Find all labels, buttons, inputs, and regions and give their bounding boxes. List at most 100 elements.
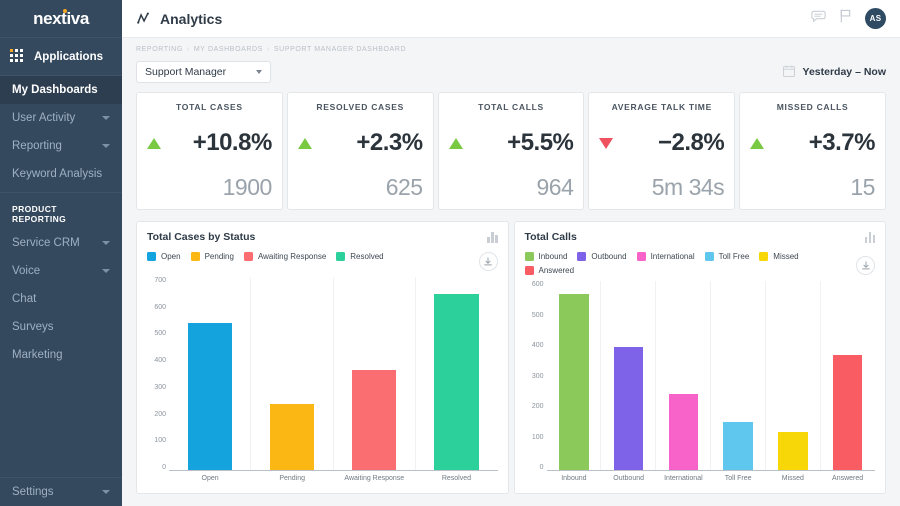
sidebar-item-user-activity[interactable]: User Activity: [0, 104, 122, 132]
download-button[interactable]: [479, 252, 498, 271]
y-tick-label: 0: [525, 464, 544, 471]
controls-bar: Support Manager Yesterday – Now: [122, 57, 900, 92]
kpi-value: 964: [449, 174, 574, 201]
panel-header: Total Cases by Status: [147, 231, 498, 243]
legend-item[interactable]: Toll Free: [705, 252, 750, 261]
sidebar-item-marketing[interactable]: Marketing: [0, 341, 122, 369]
kpi-title: TOTAL CASES: [147, 102, 272, 112]
bar[interactable]: [270, 404, 314, 470]
comment-icon[interactable]: [811, 10, 826, 28]
applications-button[interactable]: Applications: [0, 38, 122, 76]
legend-item[interactable]: Outbound: [577, 252, 626, 261]
legend-item[interactable]: Answered: [525, 266, 575, 275]
bar[interactable]: [614, 347, 644, 470]
legend-item[interactable]: Awaiting Response: [244, 252, 326, 261]
chart-panels: Total Cases by Status Open Pending Awaitin…: [122, 210, 900, 506]
x-axis: InboundOutboundInternationalToll FreeMis…: [547, 471, 876, 487]
kpi-row: TOTAL CASES +10.8% 1900 RESOLVED CASES +…: [122, 92, 900, 210]
bar[interactable]: [833, 355, 863, 470]
legend-item[interactable]: Resolved: [336, 252, 383, 261]
kpi-card-missed-calls[interactable]: MISSED CALLS +3.7% 15: [739, 92, 886, 210]
kpi-delta-row: +10.8%: [147, 112, 272, 174]
bars: [547, 281, 876, 470]
y-tick-label: 200: [147, 411, 166, 418]
trend-up-icon: [750, 138, 764, 149]
page-title: Analytics: [160, 11, 222, 27]
kpi-value: 1900: [147, 174, 272, 201]
breadcrumb-item-reporting[interactable]: REPORTING: [136, 46, 183, 53]
legend-row: Open Pending Awaiting Response Resolved: [147, 252, 498, 271]
legend-swatch: [191, 252, 200, 261]
avatar[interactable]: AS: [865, 8, 886, 29]
bar-chart-icon[interactable]: [487, 232, 498, 243]
chevron-down-icon: [102, 144, 110, 148]
legend-swatch: [577, 252, 586, 261]
breadcrumb-item-my-dashboards[interactable]: MY DASHBOARDS: [194, 46, 263, 53]
kpi-card-average-talk-time[interactable]: AVERAGE TALK TIME −2.8% 5m 34s: [588, 92, 735, 210]
sidebar-item-label: Settings: [12, 486, 54, 498]
legend-item[interactable]: Open: [147, 252, 181, 261]
sidebar-item-chat[interactable]: Chat: [0, 285, 122, 313]
legend-item[interactable]: Pending: [191, 252, 234, 261]
breadcrumb-item-support-manager-dashboard[interactable]: SUPPORT MANAGER DASHBOARD: [274, 46, 406, 53]
bar[interactable]: [669, 394, 699, 470]
flag-icon[interactable]: [839, 9, 852, 28]
kpi-delta-row: +5.5%: [449, 112, 574, 174]
sidebar-item-label: Chat: [12, 293, 36, 305]
kpi-delta-row: +3.7%: [750, 112, 875, 174]
y-tick-label: 200: [525, 403, 544, 410]
bar-cell: [601, 281, 656, 470]
y-tick-label: 400: [525, 342, 544, 349]
bar[interactable]: [778, 432, 808, 470]
sidebar-item-my-dashboards[interactable]: My Dashboards: [0, 76, 122, 104]
chevron-down-icon: [102, 241, 110, 245]
sidebar-item-service-crm[interactable]: Service CRM: [0, 229, 122, 257]
dashboard-select[interactable]: Support Manager: [136, 61, 271, 83]
legend-label: Inbound: [539, 252, 568, 261]
dashboard-select-value: Support Manager: [145, 66, 226, 78]
sidebar-item-settings[interactable]: Settings: [0, 478, 122, 506]
bar-chart-icon[interactable]: [865, 232, 876, 243]
y-tick-label: 300: [147, 384, 166, 391]
sidebar-nav-primary: My Dashboards User Activity Reporting Ke…: [0, 76, 122, 188]
bar[interactable]: [434, 294, 478, 470]
legend-swatch: [147, 252, 156, 261]
bar-cell: [169, 277, 251, 470]
sidebar-item-label: Voice: [12, 265, 40, 277]
kpi-card-total-calls[interactable]: TOTAL CALLS +5.5% 964: [438, 92, 585, 210]
legend-item[interactable]: International: [637, 252, 695, 261]
plot: [169, 277, 498, 471]
sidebar-item-keyword-analysis[interactable]: Keyword Analysis: [0, 160, 122, 188]
bar[interactable]: [352, 370, 396, 470]
panel-header: Total Calls: [525, 231, 876, 243]
kpi-value: 5m 34s: [599, 174, 724, 201]
legend-row: Inbound Outbound International Toll Free Mis…: [525, 252, 876, 275]
y-tick-label: 400: [147, 357, 166, 364]
sidebar-footer: Settings: [0, 477, 122, 506]
trend-up-icon: [147, 138, 161, 149]
sidebar-item-reporting[interactable]: Reporting: [0, 132, 122, 160]
kpi-value: 625: [298, 174, 423, 201]
download-button[interactable]: [856, 256, 875, 275]
kpi-card-resolved-cases[interactable]: RESOLVED CASES +2.3% 625: [287, 92, 434, 210]
legend-item[interactable]: Inbound: [525, 252, 568, 261]
bar-cell: [333, 277, 415, 470]
kpi-card-total-cases[interactable]: TOTAL CASES +10.8% 1900: [136, 92, 283, 210]
x-tick-label: Resolved: [415, 475, 497, 487]
legend-label: Resolved: [350, 252, 383, 261]
brand-logo[interactable]: nextiva: [0, 0, 122, 38]
bar[interactable]: [723, 422, 753, 470]
sidebar-item-surveys[interactable]: Surveys: [0, 313, 122, 341]
kpi-title: MISSED CALLS: [750, 102, 875, 112]
y-tick-label: 700: [147, 277, 166, 284]
bar[interactable]: [559, 294, 589, 470]
sidebar-item-voice[interactable]: Voice: [0, 257, 122, 285]
logo-text: nextiva: [33, 9, 89, 28]
legend-item[interactable]: Missed: [759, 252, 798, 261]
legend-label: Missed: [773, 252, 798, 261]
kpi-title: TOTAL CALLS: [449, 102, 574, 112]
legend-label: Pending: [205, 252, 234, 261]
bar[interactable]: [188, 323, 232, 471]
date-range-picker[interactable]: Yesterday – Now: [783, 65, 886, 80]
kpi-percent: +2.3%: [356, 129, 422, 157]
